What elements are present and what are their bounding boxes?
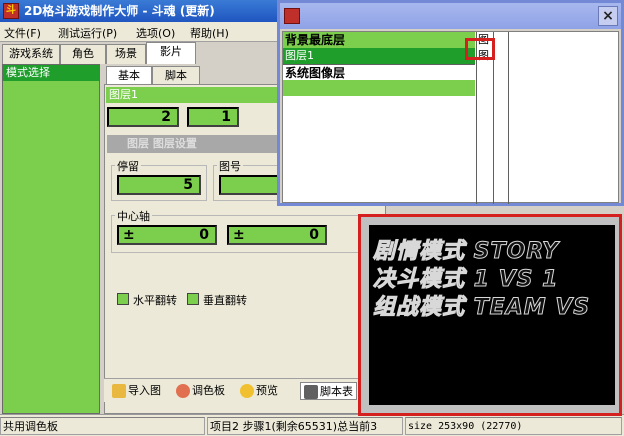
tab-script[interactable]: 脚本 (152, 66, 200, 85)
status-bar: 共用调色板 项目2 步骤1(剩余65531)总当前3 size 253x90 (… (0, 414, 624, 436)
palette-button[interactable]: 调色板 (176, 382, 225, 400)
app-icon: 斗 (3, 3, 19, 19)
menu-file[interactable]: 文件(F) (4, 25, 41, 41)
axis-label: 中心轴 (115, 208, 152, 224)
mode-list: 模式选择 (2, 64, 100, 414)
preview-button[interactable]: 预览 (240, 382, 278, 400)
clock-icon (240, 384, 254, 398)
highlight-box (465, 38, 495, 60)
stay-label: 停留 (115, 158, 141, 174)
layer-row-bg[interactable]: 背景最底层 (283, 32, 475, 48)
axis-x-sign: ± (123, 227, 135, 243)
script-table-label: 脚本表 (320, 385, 353, 398)
palette-icon (176, 384, 190, 398)
list-item[interactable]: 模式选择 (3, 65, 99, 81)
app-icon (284, 8, 300, 24)
tab-game-system[interactable]: 游戏系统 (2, 44, 60, 64)
menu-options[interactable]: 选项(O) (136, 25, 175, 41)
close-icon[interactable]: × (598, 6, 618, 26)
tab-basic[interactable]: 基本 (106, 66, 152, 85)
status-step-info: 项目2 步骤1(剩余65531)总当前3 (207, 417, 403, 435)
palette-label: 调色板 (192, 384, 225, 397)
layer-table: 背景最底层 图层1 系统图像层 图 图 (282, 31, 619, 204)
stay-field[interactable]: 5 (117, 175, 201, 195)
vflip-checkbox[interactable] (187, 293, 199, 305)
menu-test-run[interactable]: 测试运行(P) (58, 25, 117, 41)
hflip-label: 水平翻转 (133, 294, 177, 307)
value-a-field[interactable]: 2 (107, 107, 179, 127)
menu-help[interactable]: 帮助(H) (190, 25, 229, 41)
axis-y-field[interactable]: ± 0 (227, 225, 327, 245)
image-no-label: 图号 (217, 158, 243, 174)
status-palette: 共用调色板 (0, 417, 205, 435)
hflip-checkbox[interactable] (117, 293, 129, 305)
preview-frame: 剧情模式 STORY 决斗模式 1 VS 1 组战模式 TEAM VS (358, 214, 622, 416)
axis-x-value: 0 (199, 227, 209, 243)
folder-icon (112, 384, 126, 398)
column-divider (508, 32, 509, 204)
preview-canvas: 剧情模式 STORY 决斗模式 1 VS 1 组战模式 TEAM VS (369, 225, 615, 405)
axis-y-sign: ± (233, 227, 245, 243)
bottom-toolbar: 导入图 调色板 预览 脚本表 (104, 378, 386, 402)
axis-x-field[interactable]: ± 0 (117, 225, 217, 245)
layer-row-1[interactable]: 图层1 (283, 48, 475, 64)
vflip-label: 垂直翻转 (203, 294, 247, 307)
layer-window: × 背景最底层 图层1 系统图像层 图 图 (277, 0, 624, 206)
import-image-button[interactable]: 导入图 (112, 382, 161, 400)
tab-character[interactable]: 角色 (60, 44, 106, 64)
people-icon (304, 385, 318, 399)
import-image-label: 导入图 (128, 384, 161, 397)
layer-row-system[interactable]: 系统图像层 (283, 64, 475, 80)
layer-window-title-bar (280, 3, 621, 29)
tab-scene[interactable]: 场景 (106, 44, 146, 64)
preview-label: 预览 (256, 384, 278, 397)
axis-y-value: 0 (309, 227, 319, 243)
window-title: 2D格斗游戏制作大师 - 斗魂 (更新) (24, 4, 215, 18)
layer-row-empty (283, 80, 475, 96)
script-table-button[interactable]: 脚本表 (300, 382, 357, 400)
status-size-info: size 253x90 (22770) (405, 417, 622, 435)
tab-movie[interactable]: 影片 (146, 42, 196, 64)
value-b-field[interactable]: 1 (187, 107, 239, 127)
preview-line-team: 组战模式 TEAM VS (372, 295, 591, 321)
